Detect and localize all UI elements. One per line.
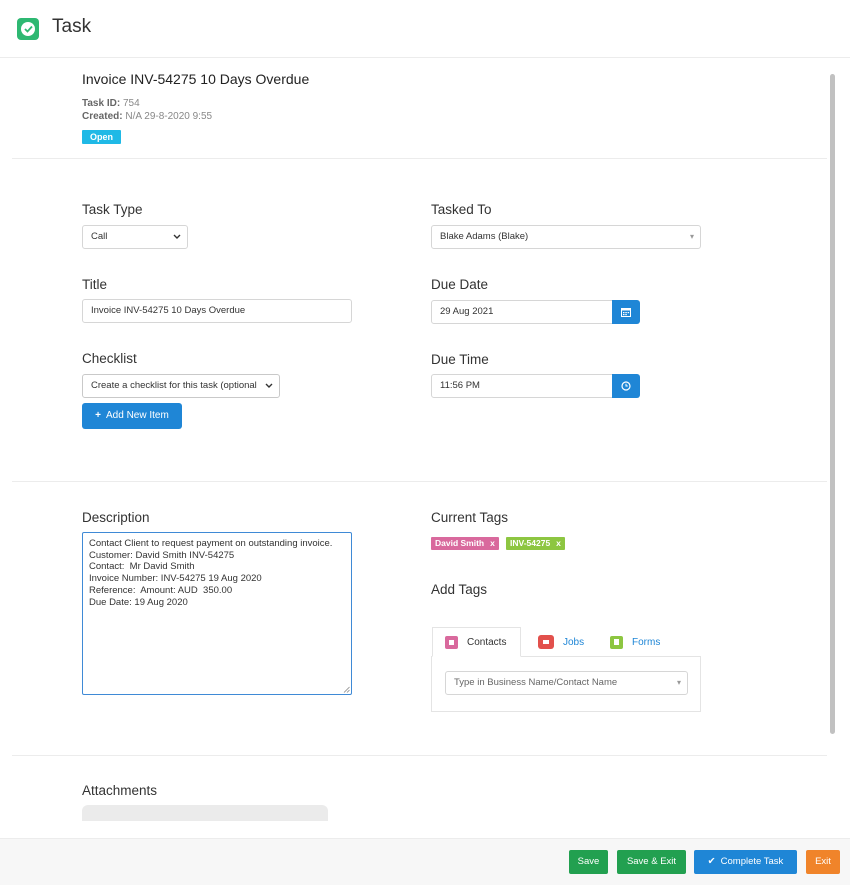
tag-chip-label: David Smith <box>435 538 485 548</box>
divider <box>12 158 827 159</box>
task-id-value: 754 <box>122 98 140 109</box>
due-time-label: Due Time <box>431 352 489 367</box>
caret-down-icon: ▾ <box>676 678 681 687</box>
due-time-value: 11:56 PM <box>440 380 480 391</box>
tag-chip-label: INV-54275 <box>510 538 551 548</box>
check-circle-icon <box>17 18 39 40</box>
task-id-label: Task ID: <box>82 98 121 109</box>
tag-search-placeholder: Type in Business Name/Contact Name <box>454 677 618 688</box>
tab-forms-label: Forms <box>632 636 661 648</box>
attachments-label: Attachments <box>82 783 158 798</box>
briefcase-icon <box>538 635 554 649</box>
due-date-input[interactable]: 29 Aug 2021 <box>431 300 613 324</box>
title-input[interactable]: Invoice INV-54275 10 Days Overdue <box>82 299 352 323</box>
task-heading: Invoice INV-54275 10 Days Overdue <box>82 71 310 87</box>
task-created-label: Created: <box>82 111 123 122</box>
task-type-label: Task Type <box>82 202 143 217</box>
checklist-select[interactable]: Create a checklist for this task (option… <box>82 374 280 398</box>
exit-button[interactable]: Exit <box>806 850 840 874</box>
clock-icon <box>621 381 631 391</box>
document-icon <box>610 635 623 649</box>
save-button[interactable]: Save <box>569 850 608 874</box>
tab-jobs[interactable]: Jobs <box>538 627 584 657</box>
top-bar: Task <box>0 0 850 58</box>
divider <box>12 481 827 482</box>
tag-search-select[interactable]: Type in Business Name/Contact Name ▾ <box>445 671 688 695</box>
save-exit-button[interactable]: Save & Exit <box>617 850 686 874</box>
chevron-down-icon <box>265 375 273 405</box>
task-created-value: N/A 29-8-2020 9:55 <box>125 111 213 122</box>
title-label: Title <box>82 277 108 292</box>
checklist-label: Checklist <box>82 351 137 366</box>
tasked-to-select[interactable]: Blake Adams (Blake) ▾ <box>431 225 701 249</box>
description-line: Reference: Amount: AUD 350.00 <box>89 584 233 596</box>
time-picker-button[interactable] <box>612 374 640 398</box>
description-line: Contact Client to request payment on out… <box>89 538 333 549</box>
add-new-item-label: Add New Item <box>106 410 169 421</box>
scrollbar-thumb[interactable] <box>830 74 835 734</box>
add-new-item-button[interactable]: + Add New Item <box>82 403 182 429</box>
attachment-dropzone[interactable] <box>82 805 328 821</box>
tasked-to-label: Tasked To <box>431 202 492 217</box>
tasked-to-value: Blake Adams (Blake) <box>440 231 529 242</box>
current-tags-label: Current Tags <box>431 510 509 525</box>
task-type-value: Call <box>91 231 108 242</box>
tag-chip: INV-54275 x <box>506 537 565 550</box>
task-id-row: Task ID: 754 <box>82 98 140 109</box>
chevron-down-icon <box>173 226 181 256</box>
calendar-icon <box>621 308 631 317</box>
task-created-row: Created: N/A 29-8-2020 9:55 <box>82 111 212 122</box>
remove-tag-icon[interactable]: x <box>556 538 561 548</box>
divider <box>12 755 827 756</box>
due-date-value: 29 Aug 2021 <box>440 306 494 317</box>
checklist-value: Create a checklist for this task (option… <box>91 380 257 391</box>
tab-contacts-label: Contacts <box>467 636 507 648</box>
check-icon: ✔ <box>707 856 716 867</box>
tab-forms[interactable]: Forms <box>610 627 660 657</box>
resize-grip-icon[interactable] <box>343 686 350 693</box>
title-input-value: Invoice INV-54275 10 Days Overdue <box>91 305 246 316</box>
description-line: Customer: David Smith INV-54275 <box>89 549 235 561</box>
contacts-icon <box>445 635 458 649</box>
complete-task-button[interactable]: ✔ Complete Task <box>694 850 797 874</box>
status-badge: Open <box>82 130 122 144</box>
description-textarea[interactable]: Contact Client to request payment on out… <box>82 532 352 695</box>
description-line: Invoice Number: INV-54275 19 Aug 2020 <box>89 573 262 585</box>
app-title: Task <box>52 16 92 37</box>
tag-chip: David Smith x <box>431 537 499 550</box>
remove-tag-icon[interactable]: x <box>490 538 495 548</box>
plus-icon: + <box>95 410 102 421</box>
tab-jobs-label: Jobs <box>563 636 585 648</box>
add-tags-label: Add Tags <box>431 582 488 597</box>
calendar-button[interactable] <box>612 300 640 324</box>
complete-task-label: Complete Task <box>720 856 784 867</box>
caret-down-icon: ▾ <box>689 232 694 241</box>
due-time-input[interactable]: 11:56 PM <box>431 374 613 398</box>
description-line: Contact: Mr David Smith <box>89 561 195 573</box>
description-label: Description <box>82 510 150 525</box>
due-date-label: Due Date <box>431 277 489 292</box>
tab-contacts[interactable]: Contacts <box>432 627 521 657</box>
task-type-select[interactable]: Call <box>82 225 188 249</box>
description-line: Due Date: 19 Aug 2020 <box>89 596 188 608</box>
